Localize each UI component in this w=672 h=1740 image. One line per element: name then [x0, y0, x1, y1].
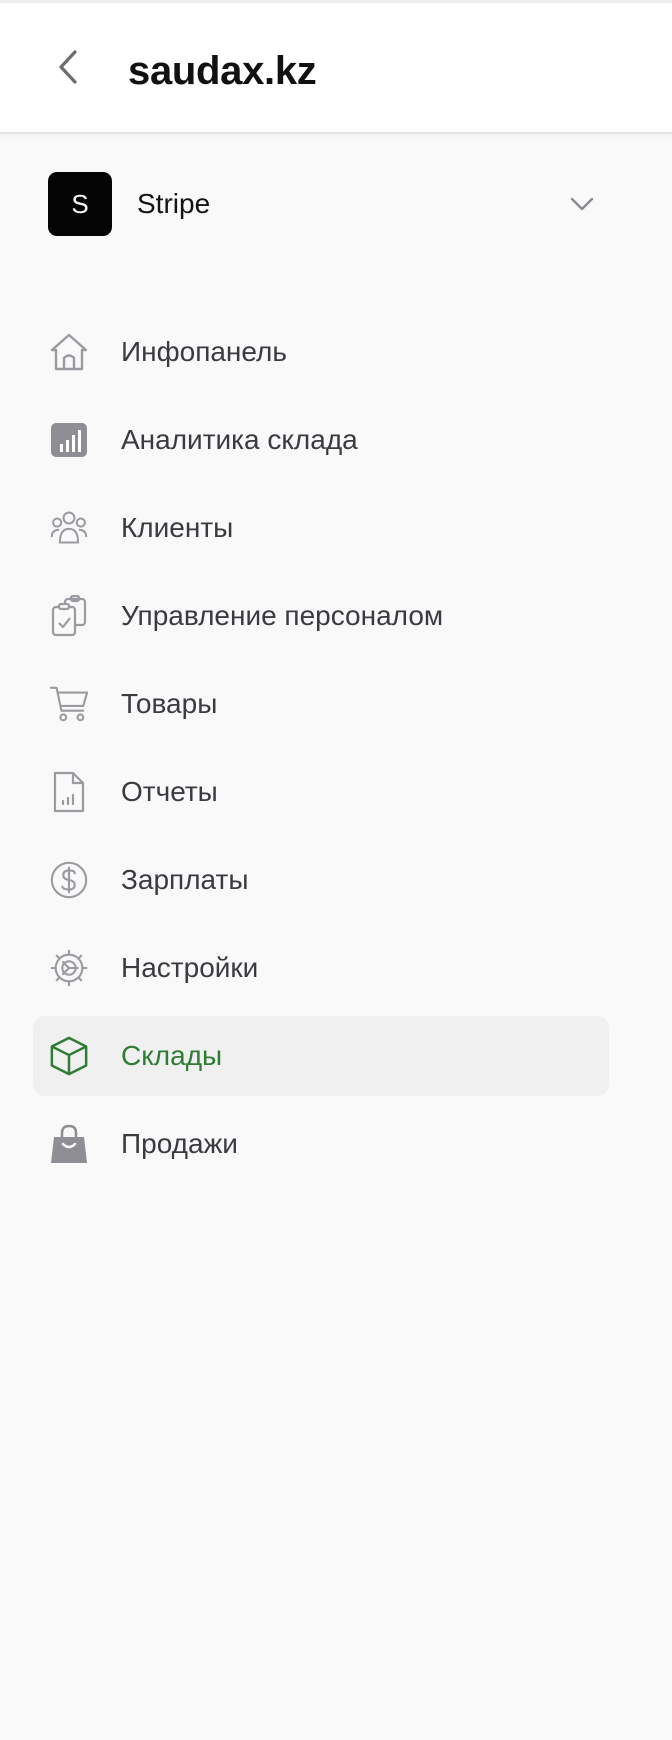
bar-chart-icon	[49, 420, 89, 460]
sidebar-item-settings[interactable]: Настройки	[33, 928, 609, 1008]
chevron-down-icon[interactable]	[566, 188, 598, 220]
sidebar-item-label: Отчеты	[121, 776, 218, 807]
sidebar-item-sales[interactable]: Продажи	[33, 1104, 609, 1184]
home-icon	[49, 332, 89, 372]
sidebar-item-label: Склады	[121, 1040, 223, 1071]
back-button[interactable]	[44, 43, 92, 91]
box-icon	[49, 1036, 89, 1076]
chevron-left-icon	[59, 50, 77, 84]
users-icon	[49, 508, 89, 548]
sidebar-item-label: Зарплаты	[121, 864, 249, 895]
gear-icon	[49, 948, 89, 988]
sidebar-item-dashboard[interactable]: Инфопанель	[33, 312, 609, 392]
sidebar-item-products[interactable]: Товары	[33, 664, 609, 744]
organization-selector[interactable]: S Stripe	[48, 172, 598, 236]
sidebar-item-warehouses[interactable]: Склады	[33, 1016, 609, 1096]
shopping-bag-icon	[49, 1124, 89, 1164]
sidebar-item-salaries[interactable]: Зарплаты	[33, 840, 609, 920]
report-icon	[49, 771, 89, 813]
sidebar-item-clients[interactable]: Клиенты	[33, 488, 609, 568]
org-avatar: S	[48, 172, 112, 236]
cart-icon	[49, 684, 89, 724]
sidebar-item-label: Товары	[121, 688, 218, 719]
sidebar-item-warehouse-analytics[interactable]: Аналитика склада	[33, 400, 609, 480]
sidebar-item-label: Инфопанель	[121, 336, 287, 367]
sidebar-item-reports[interactable]: Отчеты	[33, 752, 609, 832]
dollar-icon	[49, 860, 89, 900]
sidebar-item-label: Управление персоналом	[121, 600, 444, 631]
sidebar-item-label: Продажи	[121, 1128, 238, 1159]
sidebar-nav: Инфопанель Аналитика склада Клиенты Упра…	[33, 312, 609, 1192]
sidebar-item-label: Аналитика склада	[121, 424, 358, 455]
org-name: Stripe	[137, 188, 211, 219]
sidebar-item-label: Настройки	[121, 952, 259, 983]
sidebar-item-label: Клиенты	[121, 512, 234, 543]
sidebar-item-staff-management[interactable]: Управление персоналом	[33, 576, 609, 656]
page-title: saudax.kz	[128, 49, 317, 93]
top-bar: saudax.kz	[0, 0, 672, 134]
clipboard-check-icon	[49, 595, 89, 637]
